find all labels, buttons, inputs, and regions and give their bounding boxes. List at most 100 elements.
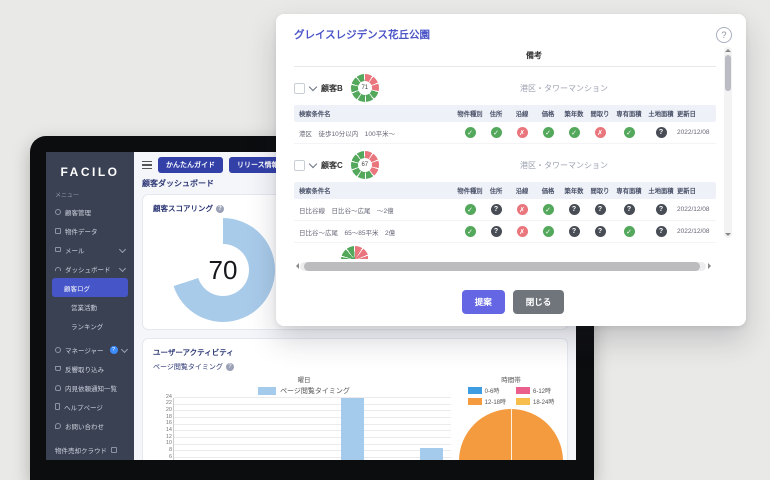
status-no-icon: ✗ — [595, 127, 606, 138]
sidebar-item-6[interactable]: ランキング — [46, 316, 134, 335]
criteria-table-row: 港区 徒歩10分以内 100平米〜✓✓✗✓✓✗✓?2022/12/08 — [294, 122, 716, 144]
horizontal-scroll-thumb[interactable] — [304, 262, 700, 271]
partial-next-customer-donut — [338, 246, 368, 259]
scroll-down-arrow-icon[interactable] — [725, 233, 731, 239]
customer-score-donut: 71 — [351, 74, 379, 102]
easy-guide-button[interactable]: かんたんガイド — [158, 157, 223, 173]
status-unknown-icon: ? — [624, 204, 635, 215]
customer-row: 顧客B71港区・タワーマンション — [294, 72, 716, 105]
status-ok-icon: ✓ — [465, 204, 476, 215]
y-axis-tick: 14 — [166, 428, 172, 434]
updated-date: 2022/12/08 — [677, 129, 729, 136]
remarks-column-header: 備考 — [526, 51, 542, 60]
dashboard-icon — [55, 267, 61, 271]
doc-icon — [55, 403, 60, 410]
sidebar-item-2[interactable]: メール — [46, 240, 134, 259]
bar-chart-block: 曜日 ページ閲覧タイミング 024681012141618202224 日曜日月… — [153, 372, 455, 460]
customer-checkbox[interactable] — [294, 83, 305, 94]
bar-木曜日[interactable] — [341, 398, 364, 460]
status-no-icon: ✗ — [517, 204, 528, 215]
score-value: 70 — [209, 255, 238, 286]
pie-legend-swatch — [516, 398, 530, 405]
pie-legend-label: 0-6時 — [485, 386, 500, 395]
sidebar-item-4[interactable]: 顧客ログ — [52, 278, 128, 297]
y-axis-tick: 10 — [166, 441, 172, 447]
criteria-table-header: 検索条件名物件種別住所沿線価格築年数間取り専有面積土地面積更新日 — [294, 105, 716, 122]
pie-legend-item: 18-24時 — [516, 397, 554, 406]
sidebar-item-5[interactable]: 営業活動 — [46, 297, 134, 316]
chevron-down-icon — [121, 346, 128, 353]
status-no-icon: ✗ — [517, 226, 528, 237]
sidebar-item-11[interactable]: お問い合わせ — [46, 416, 134, 435]
bar-column-3 — [293, 398, 333, 460]
customer-score-donut: 67 — [351, 151, 379, 179]
y-axis-tick: 24 — [166, 395, 172, 401]
customer-remark: 港区・タワーマンション — [520, 160, 608, 171]
status-ok-icon: ✓ — [543, 204, 554, 215]
sidebar-item-label: ランキング — [71, 321, 103, 331]
pie-legend-swatch — [468, 387, 482, 394]
help-icon[interactable]: ? — [226, 363, 234, 371]
status-ok-icon: ✓ — [465, 127, 476, 138]
vertical-scrollbar[interactable] — [724, 47, 732, 238]
bar-column-6 — [411, 398, 451, 460]
sidebar-item-label: 顧客ログ — [64, 283, 90, 293]
property-name-link[interactable]: グレイスレジデンス花丘公園 — [294, 27, 430, 42]
y-axis-tick: 20 — [166, 408, 172, 414]
building-icon — [55, 228, 61, 234]
chevron-down-icon[interactable] — [309, 159, 317, 167]
sidebar-item-label: お問い合わせ — [65, 421, 104, 431]
status-unknown-icon: ? — [656, 226, 667, 237]
sidebar-item-label: ダッシュボード — [65, 264, 111, 274]
score-donut-chart: 70 — [171, 218, 275, 322]
sidebar-item-label: 営業活動 — [71, 302, 97, 312]
sidebar-item-label: メール — [65, 245, 85, 255]
y-axis-tick: 18 — [166, 415, 172, 421]
sidebar-item-0[interactable]: 顧客管理 — [46, 202, 134, 221]
chevron-down-icon — [119, 265, 126, 272]
status-unknown-icon: ? — [569, 226, 580, 237]
status-ok-icon: ✓ — [465, 226, 476, 237]
help-icon[interactable]: ? — [216, 205, 224, 213]
menu-section-label: メニュー — [46, 190, 134, 199]
chevron-down-icon[interactable] — [309, 82, 317, 90]
bar-column-5 — [372, 398, 412, 460]
pie-legend-item: 0-6時 — [468, 386, 506, 395]
user-icon — [55, 209, 61, 215]
activity-card-title: ユーザーアクティビティ — [153, 347, 234, 358]
sidebar-item-8[interactable]: 反響取り込み — [46, 359, 134, 378]
scroll-left-arrow-icon[interactable] — [293, 263, 299, 269]
bar-chart-plot: 024681012141618202224 — [173, 398, 451, 460]
bar-column-2 — [253, 398, 293, 460]
sidebar-item-3[interactable]: ダッシュボード — [46, 259, 134, 278]
inbox-icon — [55, 366, 61, 371]
hamburger-menu-icon[interactable] — [142, 161, 152, 169]
status-ok-icon: ✓ — [624, 127, 635, 138]
vertical-scroll-thumb[interactable] — [725, 55, 731, 91]
bar-土曜日[interactable] — [420, 448, 443, 460]
y-axis-tick: 6 — [169, 455, 172, 461]
scroll-right-arrow-icon[interactable] — [708, 263, 714, 269]
sidebar-item-label: 顧客管理 — [65, 207, 91, 217]
horizontal-scrollbar[interactable] — [300, 262, 706, 271]
notification-badge: ? — [110, 346, 118, 354]
sidebar-item-1[interactable]: 物件データ — [46, 221, 134, 240]
sidebar-item-10[interactable]: ヘルプページ — [46, 397, 134, 416]
pie-legend-item: 6-12時 — [516, 386, 554, 395]
sidebar-item-12[interactable]: 物件売却クラウド — [46, 440, 134, 459]
customer-name: 顧客C — [321, 160, 343, 171]
modal-help-icon[interactable]: ? — [716, 27, 732, 43]
sidebar-item-9[interactable]: 内見依頼通知一覧 — [46, 378, 134, 397]
close-button[interactable]: 閉じる — [513, 290, 565, 314]
facilo-logo: FACILO — [46, 165, 134, 179]
customer-checkbox[interactable] — [294, 160, 305, 171]
scoring-card-title: 顧客スコアリング — [153, 203, 213, 214]
sidebar-item-7[interactable]: マネージャー? — [46, 340, 134, 359]
modal-scroll-area: 備考 顧客B71港区・タワーマンション検索条件名物件種別住所沿線価格築年数間取り… — [294, 45, 732, 282]
propose-button[interactable]: 提案 — [462, 290, 505, 314]
criteria-table-row: 日比谷〜広尾 65〜85平米 2億✓?✗✓??✓?2022/12/08 — [294, 221, 716, 243]
y-axis-tick: 16 — [166, 421, 172, 427]
customer-groups: 顧客B71港区・タワーマンション検索条件名物件種別住所沿線価格築年数間取り専有面… — [294, 72, 716, 243]
pie-legend-swatch — [468, 398, 482, 405]
scroll-up-arrow-icon[interactable] — [725, 46, 731, 52]
